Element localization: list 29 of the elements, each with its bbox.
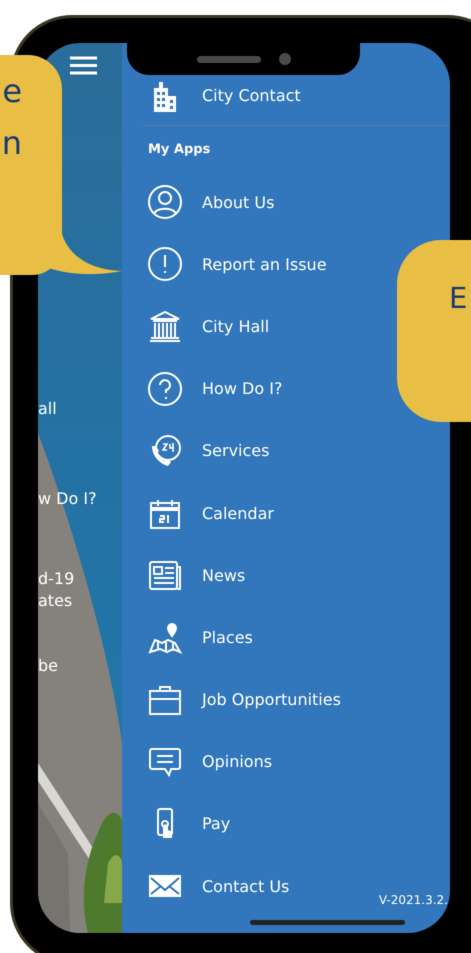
menu-item[interactable]: Calendar <box>122 482 282 544</box>
version-label: V-2021.3.2. <box>378 893 448 907</box>
camera-icon <box>278 53 290 65</box>
city-hall-icon <box>148 309 182 344</box>
menu-item[interactable]: Contact Us <box>122 855 298 918</box>
menu-item[interactable]: Places <box>122 606 261 668</box>
menu-item[interactable]: Services <box>122 420 278 482</box>
map-icon <box>148 620 182 654</box>
menu-item[interactable]: City Hall <box>122 295 278 358</box>
menu-item[interactable]: City Contact <box>122 77 309 113</box>
menu-label: all <box>38 398 57 420</box>
alert-icon <box>148 247 182 282</box>
speaker-icon <box>196 56 260 62</box>
menu-icon[interactable] <box>70 56 97 75</box>
help-icon <box>148 372 182 406</box>
menu-label: w Do I? <box>38 488 97 510</box>
menu-label: be <box>38 655 58 677</box>
callout: E <box>397 240 471 422</box>
user-icon <box>148 185 182 220</box>
menu-item[interactable]: How Do I? <box>122 358 290 420</box>
menu-item[interactable]: Report an Issue <box>122 233 335 296</box>
menu-label: d-19 ates <box>38 568 74 612</box>
menu-item[interactable]: News <box>122 544 254 606</box>
newspaper-icon <box>148 558 182 592</box>
menu-item[interactable]: Job Opportunities <box>122 668 349 731</box>
section-title: My Apps <box>147 141 212 159</box>
menu-item[interactable]: About Us <box>122 171 282 234</box>
menu-item[interactable]: Pay <box>122 792 238 856</box>
menu-item[interactable]: Opinions <box>122 730 280 793</box>
